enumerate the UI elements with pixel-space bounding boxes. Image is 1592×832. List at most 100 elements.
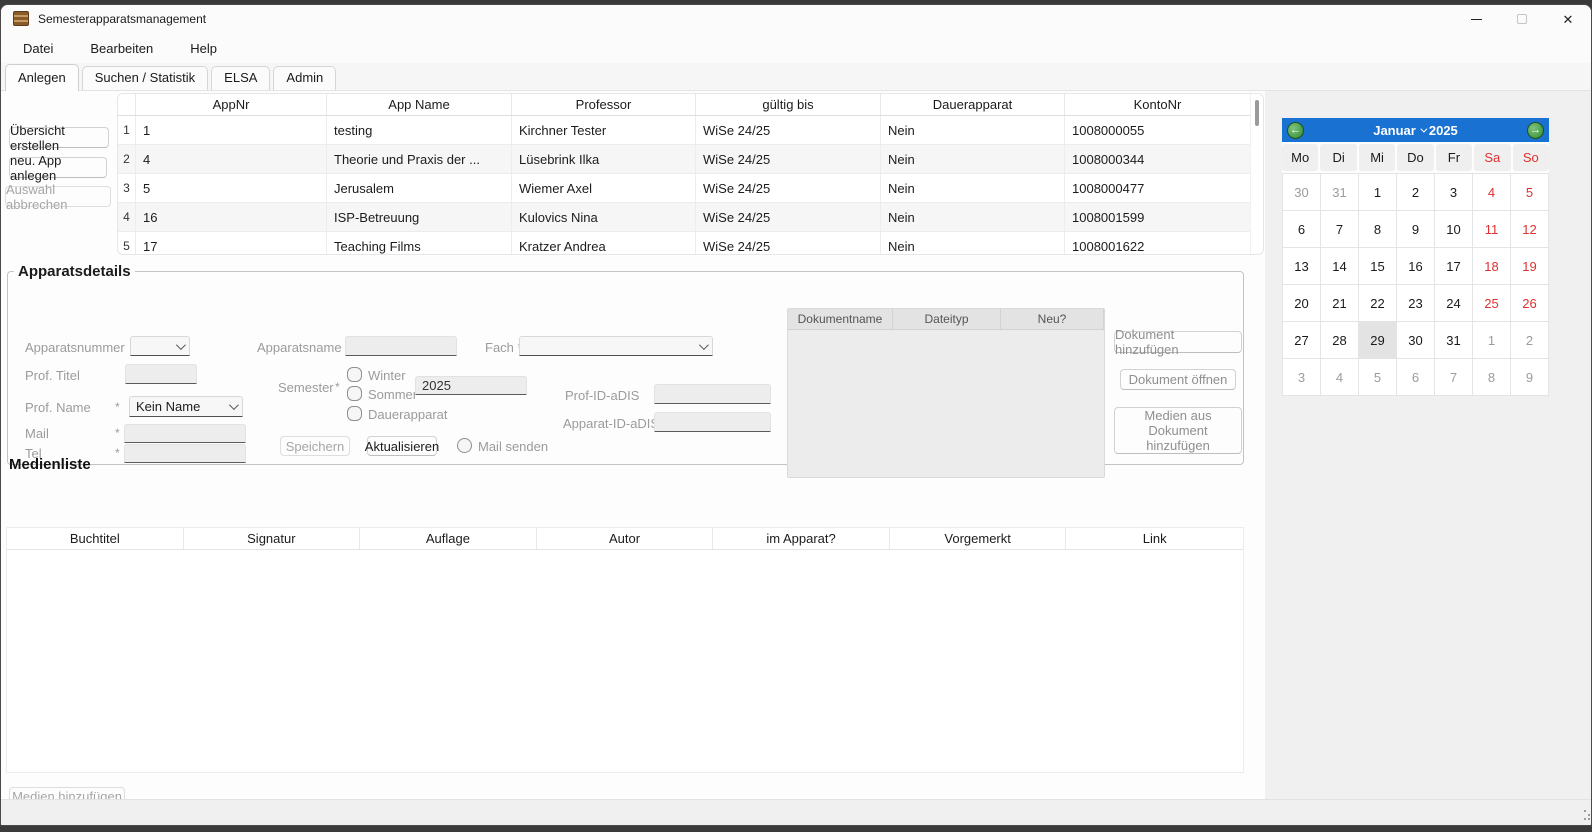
calendar-next-button[interactable]: →: [1527, 122, 1544, 139]
calendar-day[interactable]: 12: [1511, 211, 1549, 248]
calendar-day[interactable]: 18: [1473, 248, 1511, 285]
calendar-day[interactable]: 4: [1473, 174, 1511, 211]
table-row[interactable]: 416ISP-BetreuungKulovics NinaWiSe 24/25N…: [118, 203, 1250, 232]
column-header-vorgemerkt[interactable]: Vorgemerkt: [890, 528, 1067, 549]
calendar-day[interactable]: 29: [1359, 322, 1397, 359]
menu-help[interactable]: Help: [184, 37, 223, 60]
calendar-day[interactable]: 6: [1397, 359, 1435, 396]
auswahl-abbrechen-button[interactable]: Auswahl abbrechen: [5, 186, 111, 207]
calendar-day[interactable]: 15: [1359, 248, 1397, 285]
column-header-link[interactable]: Link: [1066, 528, 1243, 549]
calendar-day[interactable]: 14: [1321, 248, 1359, 285]
table-row[interactable]: 24Theorie und Praxis der ...Lüsebrink Il…: [118, 145, 1250, 174]
calendar-day[interactable]: 5: [1359, 359, 1397, 396]
apps-table-scrollbar[interactable]: [1250, 94, 1263, 254]
column-header-gueltig-bis[interactable]: gültig bis: [696, 94, 881, 116]
maximize-button[interactable]: [1499, 5, 1545, 33]
apparatsname-input[interactable]: [345, 336, 457, 356]
calendar-day[interactable]: 13: [1283, 248, 1321, 285]
calendar-day[interactable]: 8: [1473, 359, 1511, 396]
calendar-day[interactable]: 11: [1473, 211, 1511, 248]
apparat-id-adis-input[interactable]: [654, 412, 771, 432]
calendar-day[interactable]: 6: [1283, 211, 1321, 248]
calendar-day[interactable]: 19: [1511, 248, 1549, 285]
winter-radio[interactable]: [347, 367, 362, 382]
column-header-appnr[interactable]: AppNr: [136, 94, 327, 116]
column-header-kontonr[interactable]: KontoNr: [1065, 94, 1250, 116]
scrollbar-thumb[interactable]: [1255, 100, 1259, 126]
calendar-day[interactable]: 1: [1473, 322, 1511, 359]
tab-suchen-statistik[interactable]: Suchen / Statistik: [82, 66, 208, 90]
speichern-button[interactable]: Speichern: [280, 436, 350, 456]
prof-name-select[interactable]: Kein Name: [129, 396, 243, 417]
neu-app-anlegen-button[interactable]: neu. App anlegen: [9, 157, 107, 178]
calendar-day[interactable]: 3: [1435, 174, 1473, 211]
calendar-day[interactable]: 1: [1359, 174, 1397, 211]
tab-admin[interactable]: Admin: [273, 66, 336, 90]
aktualisieren-button[interactable]: Aktualisieren: [367, 436, 437, 456]
column-header-buchtitel[interactable]: Buchtitel: [7, 528, 184, 549]
tel-input[interactable]: [124, 444, 246, 463]
menu-bearbeiten[interactable]: Bearbeiten: [84, 37, 159, 60]
calendar-day[interactable]: 7: [1321, 211, 1359, 248]
table-row[interactable]: 11testingKirchner TesterWiSe 24/25Nein10…: [118, 116, 1250, 145]
dokument-oeffnen-button[interactable]: Dokument öffnen: [1120, 369, 1236, 390]
calendar-day[interactable]: 31: [1435, 322, 1473, 359]
column-header-neu[interactable]: Neu?: [1001, 309, 1104, 330]
calendar-day[interactable]: 27: [1283, 322, 1321, 359]
calendar-day[interactable]: 8: [1359, 211, 1397, 248]
calendar-day[interactable]: 5: [1511, 174, 1549, 211]
tab-anlegen[interactable]: Anlegen: [5, 64, 79, 91]
calendar-day[interactable]: 3: [1283, 359, 1321, 396]
calendar-day[interactable]: 7: [1435, 359, 1473, 396]
minimize-button[interactable]: [1453, 5, 1499, 33]
dokument-hinzufuegen-button[interactable]: Dokument hinzufügen: [1114, 331, 1242, 353]
calendar-day[interactable]: 10: [1435, 211, 1473, 248]
close-button[interactable]: ✕: [1545, 5, 1591, 33]
calendar-day[interactable]: 2: [1397, 174, 1435, 211]
mail-senden-checkbox[interactable]: [457, 438, 472, 453]
column-header-dateityp[interactable]: Dateityp: [893, 309, 1001, 330]
calendar-day[interactable]: 31: [1321, 174, 1359, 211]
calendar-day[interactable]: 22: [1359, 285, 1397, 322]
calendar-day[interactable]: 16: [1397, 248, 1435, 285]
sommer-radio[interactable]: [347, 386, 362, 401]
calendar-day[interactable]: 26: [1511, 285, 1549, 322]
calendar-day[interactable]: 4: [1321, 359, 1359, 396]
calendar-prev-button[interactable]: ←: [1287, 122, 1304, 139]
apparatsnummer-select[interactable]: [130, 336, 190, 356]
column-header-signatur[interactable]: Signatur: [184, 528, 361, 549]
column-header-dokumentname[interactable]: Dokumentname: [788, 309, 893, 330]
calendar-day[interactable]: 30: [1283, 174, 1321, 211]
table-row[interactable]: 517Teaching FilmsKratzer AndreaWiSe 24/2…: [118, 232, 1250, 254]
resize-grip-icon[interactable]: [1576, 810, 1586, 820]
table-row[interactable]: 35JerusalemWiemer AxelWiSe 24/25Nein1008…: [118, 174, 1250, 203]
prof-id-adis-input[interactable]: [654, 384, 771, 404]
calendar-day[interactable]: 30: [1397, 322, 1435, 359]
column-header-dauerapparat[interactable]: Dauerapparat: [881, 94, 1065, 116]
calendar-day[interactable]: 21: [1321, 285, 1359, 322]
calendar-day[interactable]: 28: [1321, 322, 1359, 359]
calendar-day[interactable]: 20: [1283, 285, 1321, 322]
calendar-day[interactable]: 17: [1435, 248, 1473, 285]
calendar-day[interactable]: 9: [1397, 211, 1435, 248]
column-header-autor[interactable]: Autor: [537, 528, 714, 549]
prof-titel-input[interactable]: [125, 364, 197, 384]
column-header-im-apparat[interactable]: im Apparat?: [713, 528, 890, 549]
calendar-day[interactable]: 23: [1397, 285, 1435, 322]
calendar-day[interactable]: 24: [1435, 285, 1473, 322]
dauerapparat-radio[interactable]: [347, 406, 362, 421]
column-header-appname[interactable]: App Name: [327, 94, 512, 116]
column-header-professor[interactable]: Professor: [512, 94, 696, 116]
medien-aus-dokument-button[interactable]: Medien aus Dokument hinzufügen: [1114, 407, 1242, 454]
calendar-day[interactable]: 9: [1511, 359, 1549, 396]
mail-input[interactable]: [124, 424, 246, 443]
fach-select[interactable]: [519, 336, 713, 356]
uebersicht-erstellen-button[interactable]: Übersicht erstellen: [9, 127, 109, 148]
calendar-day[interactable]: 2: [1511, 322, 1549, 359]
calendar-title[interactable]: Januar 2025: [1373, 123, 1458, 138]
semester-year-input[interactable]: 2025: [415, 376, 527, 395]
menu-datei[interactable]: Datei: [17, 37, 59, 60]
tab-elsa[interactable]: ELSA: [211, 66, 270, 90]
column-header-auflage[interactable]: Auflage: [360, 528, 537, 549]
